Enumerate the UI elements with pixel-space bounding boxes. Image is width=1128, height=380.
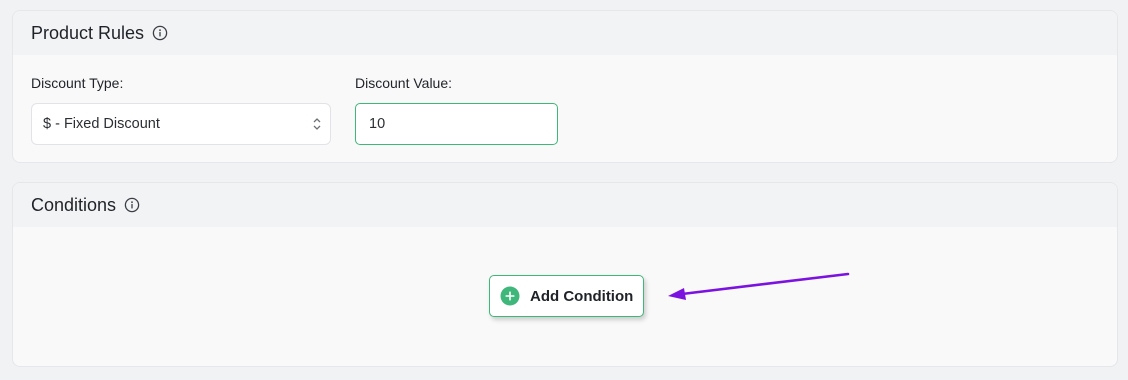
discount-value-input[interactable]: 10	[355, 103, 558, 145]
discount-type-value: $ - Fixed Discount	[43, 116, 160, 132]
annotation-arrow-icon	[668, 272, 850, 300]
info-icon[interactable]	[152, 25, 168, 41]
discount-type-select[interactable]: $ - Fixed Discount	[31, 103, 331, 145]
product-rules-card: Product Rules Discount Type: $ - Fixed D…	[12, 10, 1118, 163]
info-icon[interactable]	[124, 197, 140, 213]
add-condition-button[interactable]: Add Condition	[489, 275, 644, 317]
conditions-title: Conditions	[31, 194, 117, 215]
product-rules-header: Product Rules	[13, 11, 1117, 55]
add-condition-label: Add Condition	[530, 287, 634, 305]
discount-value-text: 10	[369, 116, 386, 132]
discount-value-label: Discount Value:	[355, 75, 453, 91]
conditions-header: Conditions	[13, 183, 1117, 227]
conditions-card: Conditions Add Condition	[12, 182, 1118, 367]
product-rules-title: Product Rules	[31, 22, 145, 43]
plus-circle-icon	[500, 286, 520, 306]
up-down-chevron-icon	[312, 116, 322, 132]
discount-type-label: Discount Type:	[31, 75, 124, 91]
